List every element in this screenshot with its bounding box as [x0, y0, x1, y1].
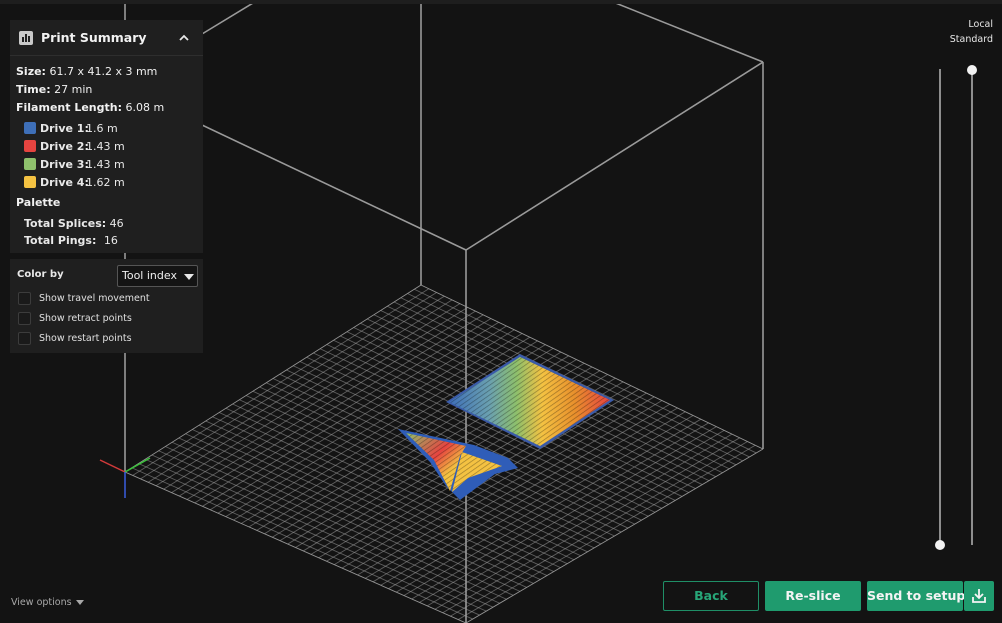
layer-slider-top-knob[interactable] [967, 65, 977, 75]
drive-3-label: Drive 3: [40, 158, 89, 171]
splices-value: 46 [109, 217, 124, 230]
splices-row: Total Splices: 46 [24, 217, 124, 230]
view-options-toggle[interactable]: View options [11, 597, 72, 608]
panel-title: Print Summary [41, 30, 147, 45]
print-summary-panel: Print Summary Size: 61.7 x 41.2 x 3 mm T… [10, 20, 203, 253]
dropdown-arrow-icon [184, 274, 194, 280]
back-button[interactable]: Back [663, 581, 759, 611]
restart-points-label: Show restart points [39, 333, 132, 344]
layer-slider-track-right[interactable] [971, 69, 973, 545]
pings-row: Total Pings: 16 [24, 234, 118, 247]
color-by-value: Tool index [122, 269, 177, 282]
slider-top-label: Local [968, 19, 993, 30]
restart-points-checkbox[interactable] [18, 332, 31, 345]
print-summary-header[interactable]: Print Summary [10, 20, 203, 56]
pings-label: Total Pings: [24, 234, 97, 247]
retract-points-checkbox[interactable] [18, 312, 31, 325]
drive-1-value: 1.6 m [86, 122, 118, 135]
size-row: Size: 61.7 x 41.2 x 3 mm [16, 65, 157, 78]
send-to-setup-button[interactable]: Send to setup [867, 581, 965, 611]
drive-4-swatch [24, 176, 36, 188]
download-button[interactable] [964, 581, 994, 611]
color-by-select[interactable]: Tool index [117, 265, 198, 287]
filament-label: Filament Length: [16, 101, 122, 114]
drive-2-value: 1.43 m [86, 140, 125, 153]
drive-1-label: Drive 1: [40, 122, 89, 135]
palette-label: Palette [16, 196, 61, 209]
pings-value: 16 [103, 234, 118, 247]
drive-3-row: Drive 3: 1.43 m [40, 158, 125, 171]
slider-sub-label: Standard [949, 34, 993, 45]
bar-chart-icon [19, 31, 33, 45]
filament-value: 6.08 m [125, 101, 165, 114]
build-volume-outline [124, 0, 764, 623]
filament-row: Filament Length: 6.08 m [16, 101, 164, 114]
travel-movement-checkbox[interactable] [18, 292, 31, 305]
travel-movement-label: Show travel movement [39, 293, 150, 304]
drive-1-swatch [24, 122, 36, 134]
drive-4-label: Drive 4: [40, 176, 89, 189]
color-by-label: Color by [17, 269, 64, 280]
drive-3-swatch [24, 158, 36, 170]
drive-4-row: Drive 4: 1.62 m [40, 176, 125, 189]
size-label: Size: [16, 65, 46, 78]
chevron-up-icon[interactable] [176, 30, 192, 46]
size-value: 61.7 x 41.2 x 3 mm [49, 65, 158, 78]
color-by-panel: Color by Tool index Show travel movement… [10, 259, 203, 353]
palette-heading: Palette [16, 196, 60, 209]
reslice-button[interactable]: Re-slice [765, 581, 861, 611]
download-icon [972, 589, 986, 603]
retract-points-label: Show retract points [39, 313, 132, 324]
drive-1-row: Drive 1: 1.6 m [40, 122, 118, 135]
splices-label: Total Splices: [24, 217, 107, 230]
drive-3-value: 1.43 m [86, 158, 125, 171]
top-bar [0, 0, 1002, 4]
chevron-down-icon[interactable] [76, 600, 84, 605]
drive-2-label: Drive 2: [40, 140, 89, 153]
drive-2-swatch [24, 140, 36, 152]
drive-2-row: Drive 2: 1.43 m [40, 140, 125, 153]
layer-slider-track-left[interactable] [939, 69, 941, 545]
time-label: Time: [16, 83, 51, 96]
layer-slider-bottom-knob[interactable] [935, 540, 945, 550]
time-value: 27 min [54, 83, 93, 96]
time-row: Time: 27 min [16, 83, 92, 96]
drive-4-value: 1.62 m [86, 176, 125, 189]
